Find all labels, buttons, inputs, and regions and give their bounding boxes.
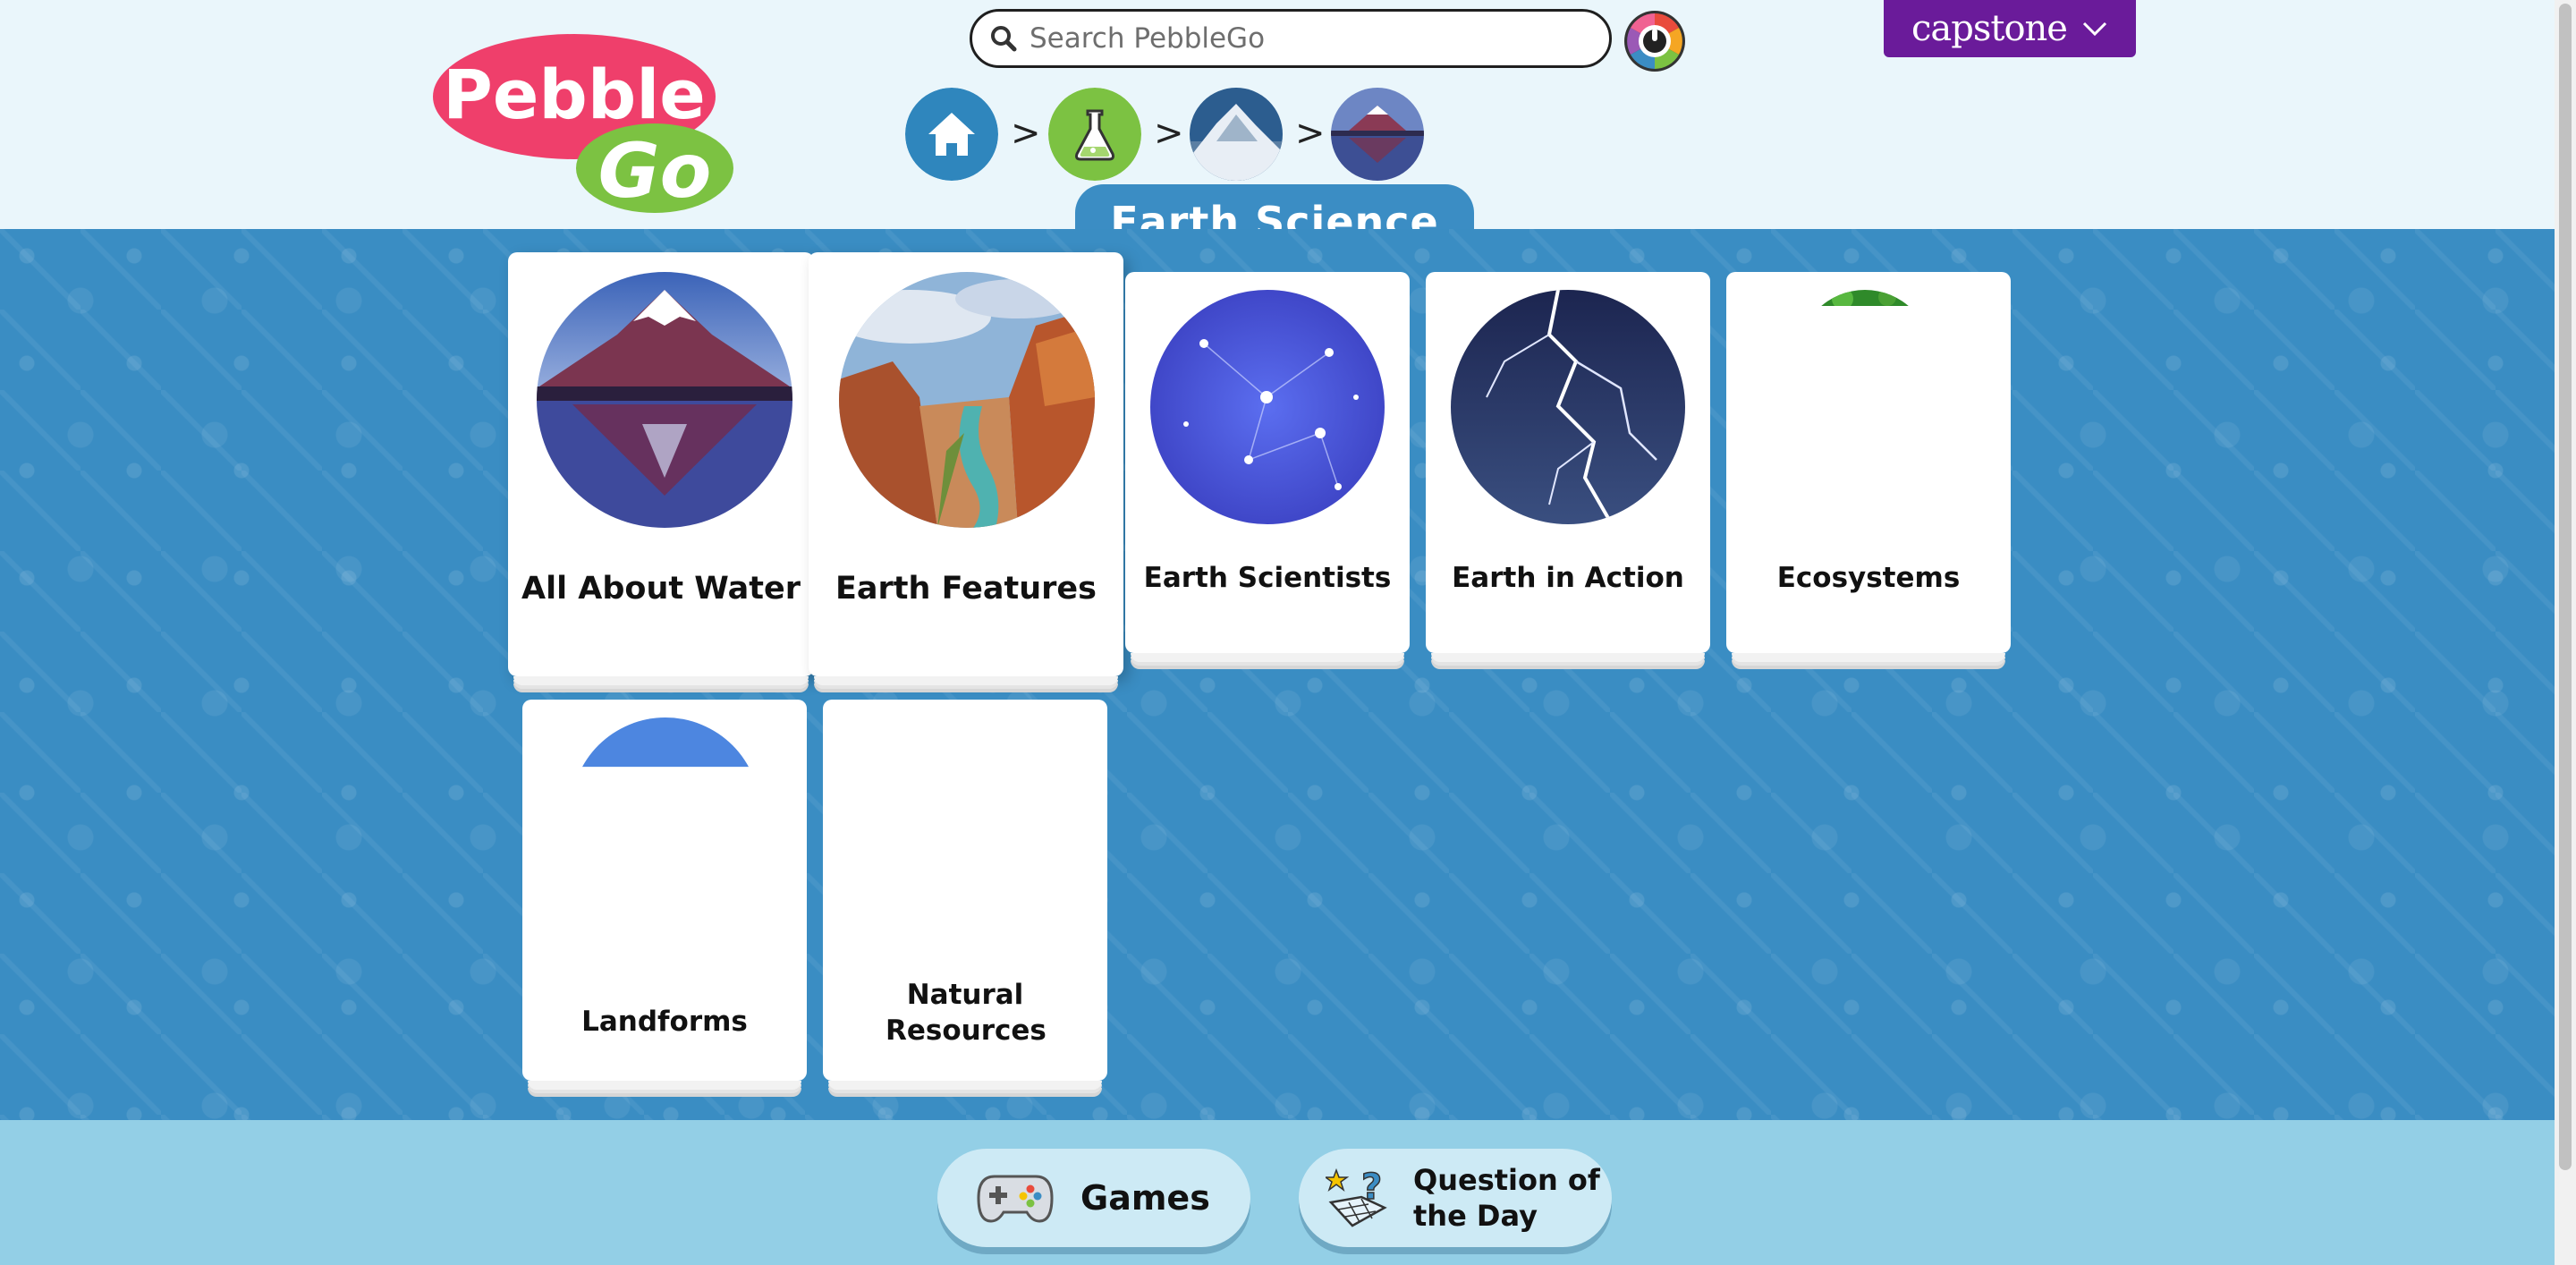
flask-icon (1048, 88, 1141, 181)
topic-label: Ecosystems (1776, 562, 1961, 594)
topic-card[interactable]: All About Water (508, 252, 814, 685)
topic-label: Earth Scientists (1143, 562, 1392, 594)
question-of-the-day-button[interactable]: ? Question of the Day (1299, 1149, 1612, 1247)
question-of-the-day-label: Question of the Day (1413, 1162, 1600, 1234)
breadcrumb-all-about-water[interactable] (1331, 88, 1424, 181)
breadcrumb-separator: > (1154, 113, 1184, 154)
question-map-icon: ? (1326, 1167, 1387, 1227)
pebblego-logo[interactable]: Pebble Go (431, 32, 733, 213)
forest-image (1798, 290, 1932, 306)
home-icon (905, 88, 998, 181)
landform-image (571, 717, 760, 768)
topic-card[interactable]: Earth Features (809, 252, 1123, 685)
logo-text-pebble: Pebble (443, 55, 706, 134)
constellation-image (1150, 290, 1385, 524)
topic-card[interactable]: Landforms (522, 700, 807, 1090)
topic-card[interactable]: Natural Resources (823, 700, 1107, 1090)
breadcrumb-separator: > (1011, 113, 1041, 154)
lightning-image (1451, 290, 1685, 524)
footer-bar: Games ? Question of the Day (0, 1120, 2555, 1265)
topic-card[interactable]: Earth in Action (1426, 272, 1710, 662)
breadcrumb-earth-science[interactable] (1190, 88, 1283, 181)
lake-thumbnail-icon (1331, 88, 1424, 181)
qotd-line-1: Question of (1413, 1163, 1600, 1197)
breadcrumb-separator: > (1295, 113, 1326, 154)
mountain-lake-image (537, 272, 792, 528)
search-input[interactable] (1030, 22, 1566, 55)
accessibility-toggle-icon[interactable] (1623, 9, 1687, 73)
topic-label: All About Water (521, 571, 801, 607)
capstone-menu-button[interactable]: capstone (1884, 0, 2136, 57)
topic-card[interactable]: Ecosystems (1726, 272, 2011, 662)
logo-text-go: Go (598, 127, 712, 213)
scrollbar-thumb[interactable] (2559, 4, 2572, 1170)
games-label: Games (1080, 1178, 1210, 1218)
game-controller-icon (977, 1175, 1054, 1223)
capstone-label: capstone (1911, 8, 2068, 49)
site-header: Pebble Go capstone (0, 0, 2555, 249)
topic-label: Natural Resources (886, 979, 1046, 1047)
mountain-thumbnail-icon (1190, 88, 1283, 181)
chevron-down-icon (2082, 21, 2107, 37)
breadcrumb: > > > (905, 88, 1424, 181)
search-icon (991, 26, 1017, 52)
breadcrumb-science[interactable] (1048, 88, 1141, 181)
svg-text:?: ? (1361, 1167, 1382, 1208)
search-bar[interactable] (970, 9, 1612, 68)
breadcrumb-home[interactable] (905, 88, 998, 181)
page-scrollbar[interactable] (2555, 0, 2576, 1265)
games-button[interactable]: Games (937, 1149, 1250, 1247)
topic-label: Earth Features (835, 571, 1097, 607)
qotd-line-2: the Day (1413, 1199, 1538, 1233)
topic-label: Landforms (581, 1006, 748, 1038)
topic-card[interactable]: Earth Scientists (1125, 272, 1410, 662)
canyon-image (839, 272, 1095, 528)
topics-panel: All About Water Earth Features Earth Sci… (0, 229, 2555, 1120)
topic-label: Earth in Action (1452, 562, 1684, 594)
